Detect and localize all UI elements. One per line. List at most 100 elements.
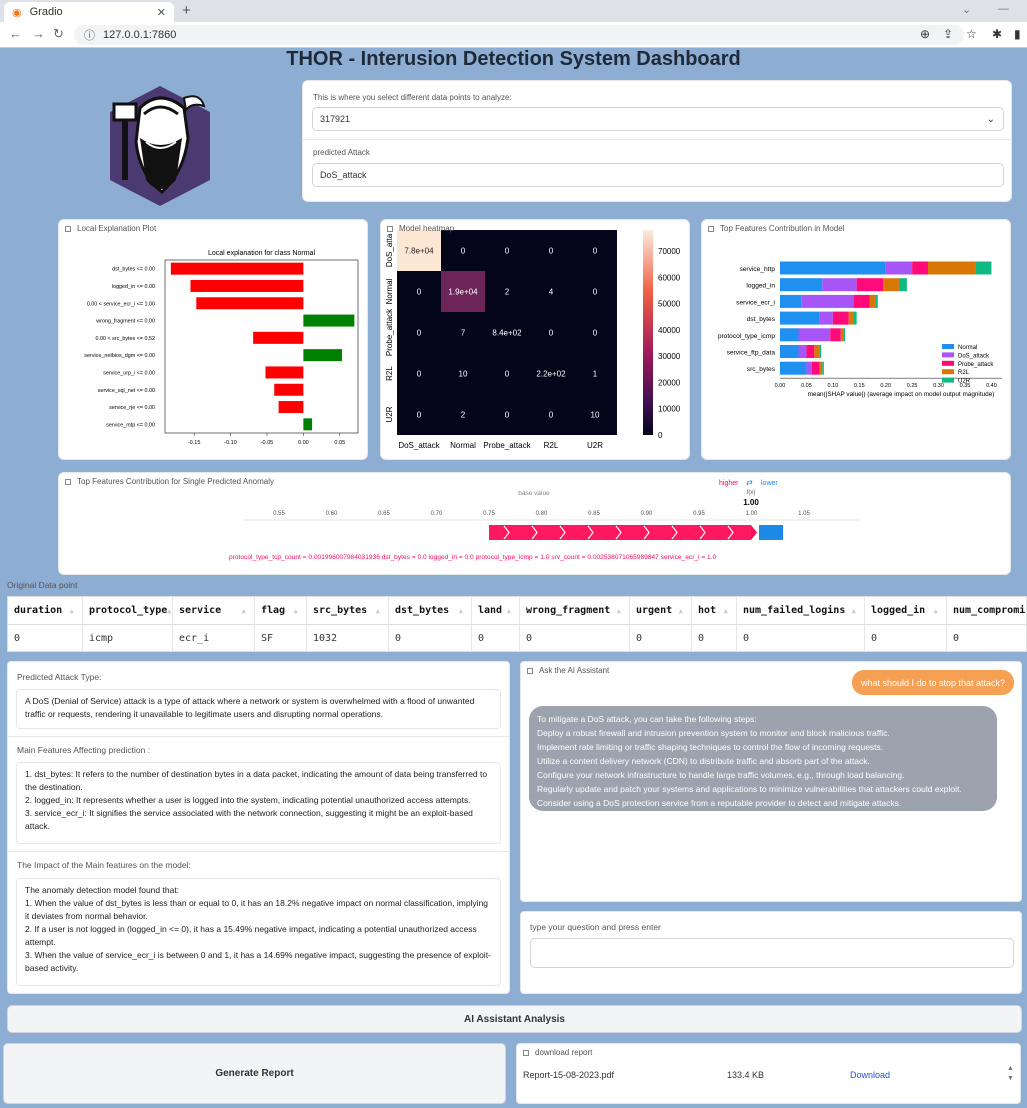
colorbar-label: 60000 [658,273,681,282]
browser-tab[interactable]: ◉ Gradio ✕ [4,2,174,22]
sort-icon[interactable]: ▲ [167,607,171,615]
positive-bar-tip [751,525,757,540]
zoom-icon[interactable]: ⊕ [920,27,930,41]
column-header[interactable]: num_failed_logins ▲ [737,597,865,625]
column-header[interactable]: num_compromi▲ [947,597,1026,625]
share-icon[interactable]: ⇪ [943,27,953,41]
x-tick-label: R2L [544,441,559,450]
scroll-arrows-icon[interactable]: ▲ ▼ [1007,1064,1014,1084]
legend-swatch [942,344,954,349]
table-cell[interactable]: 0 [630,625,692,651]
table-cell[interactable]: 0 [520,625,630,651]
cell-value: 0 [593,247,598,256]
download-link[interactable]: Download [850,1070,890,1080]
y-tick-label: R2L [385,366,394,381]
column-header-label: src_bytes [313,605,368,616]
column-header[interactable]: service ▲ [173,597,255,625]
column-header[interactable]: src_bytes ▲ [307,597,389,625]
sort-icon[interactable]: ▲ [617,607,621,615]
column-header[interactable]: wrong_fragment ▲ [520,597,630,625]
sort-icon[interactable]: ▲ [679,607,683,615]
higher-label: higher [719,480,739,487]
column-header[interactable]: dst_bytes ▲ [389,597,472,625]
table-cell[interactable]: ecr_i [173,625,255,651]
cell-value: 0 [593,288,598,297]
table-cell[interactable]: 0 [947,625,1026,651]
column-header-label: service [179,605,222,616]
main-features-text[interactable]: 1. dst_bytes: It refers to the number of… [16,762,501,844]
column-header[interactable]: flag ▲ [255,597,307,625]
minimize-icon[interactable]: — [998,3,1009,15]
force-plot-chart: higher ⇄ lower base value f(x) 1.00 0.55 0.60 0.… [229,478,859,561]
divider [303,139,1011,140]
question-input[interactable] [530,938,1014,968]
divider [8,736,509,737]
colorbar-label: 20000 [658,378,681,387]
colorbar [643,230,653,435]
table-cell[interactable]: SF [255,625,307,651]
sort-icon[interactable]: ▲ [459,607,463,615]
table-cell[interactable]: 1032 [307,625,389,651]
sort-icon[interactable]: ▲ [852,607,856,615]
url-field[interactable]: ⓘ 127.0.0.1:7860 [74,25,964,45]
impact-text[interactable]: The anomaly detection model found that: … [16,878,501,986]
ai-assistant-analysis-button[interactable]: AI Assistant Analysis [7,1005,1022,1033]
bar-segment [780,278,823,292]
sidebar-icon[interactable]: ▮ [1014,27,1021,41]
impact-label: The Impact of the Main features on the m… [17,860,191,870]
sort-icon[interactable]: ▲ [294,607,298,615]
table-cell[interactable]: 0 [472,625,520,651]
bookmark-star-icon[interactable]: ☆ [966,27,977,41]
predicted-attack-text[interactable]: A DoS (Denial of Service) attack is a ty… [16,689,501,729]
file-icon [523,1049,529,1056]
sort-icon[interactable]: ▲ [70,607,74,615]
table-cell[interactable]: 0 [737,625,865,651]
table-cell[interactable]: 0 [389,625,472,651]
bar-segment [780,294,802,308]
generate-report-button[interactable]: Generate Report [3,1043,506,1104]
reload-icon[interactable]: ↻ [53,26,64,42]
new-tab-button[interactable]: + [182,2,191,19]
top-features-card: Top Features Contribution in Model servi… [701,219,1011,460]
bar-segment [819,361,823,375]
predicted-attack-field[interactable]: DoS_attack [312,163,1004,187]
colorbar-label: 50000 [658,300,681,309]
sort-icon[interactable]: ▲ [507,607,511,615]
heatmap-label: Model heatmap [387,224,454,233]
column-header[interactable]: urgent ▲ [630,597,692,625]
legend-label: Probe_attack [958,362,994,368]
close-tab-icon[interactable]: ✕ [157,6,166,19]
table-cell[interactable]: 0 [692,625,737,651]
table-cell[interactable]: icmp [83,625,173,651]
colorbar-label: 40000 [658,326,681,335]
bar-segment [869,294,876,308]
sort-icon[interactable]: ▲ [242,607,246,615]
category-label: dst_bytes <= 0.00 [112,267,155,273]
category-label: 0.00 < src_bytes <= 0.52 [96,336,156,342]
category-label: dst_bytes [747,316,776,323]
column-header[interactable]: duration ▲ [8,597,83,625]
sort-icon[interactable]: ▲ [376,607,380,615]
bar [274,383,304,396]
chevron-down-icon[interactable]: ⌄ [962,3,971,16]
datapoint-dropdown[interactable]: 317921 ⌄ [312,107,1004,131]
bar-segment [912,261,928,275]
column-header[interactable]: hot ▲ [692,597,737,625]
column-header[interactable]: land ▲ [472,597,520,625]
question-card: type your question and press enter [520,911,1022,994]
datapoint-value: 317921 [320,114,351,124]
category-label: wrong_fragment <= 0.00 [95,319,155,325]
column-header[interactable]: protocol_type ▲ [83,597,173,625]
column-header[interactable]: logged_in ▲ [865,597,947,625]
legend-label: DoS_attack [958,353,990,359]
table-cell[interactable]: 0 [8,625,83,651]
forward-icon[interactable]: → [32,26,45,41]
sort-icon[interactable]: ▲ [934,607,938,615]
tick-label: 1.00 [746,511,758,517]
assistant-line: Consider using a DoS protection service … [537,798,902,808]
sort-icon[interactable]: ▲ [724,607,728,615]
back-icon[interactable]: ← [9,26,22,41]
extensions-icon[interactable]: ✱ [992,27,1002,41]
cell-value: 1 [593,370,598,379]
table-cell[interactable]: 0 [865,625,947,651]
